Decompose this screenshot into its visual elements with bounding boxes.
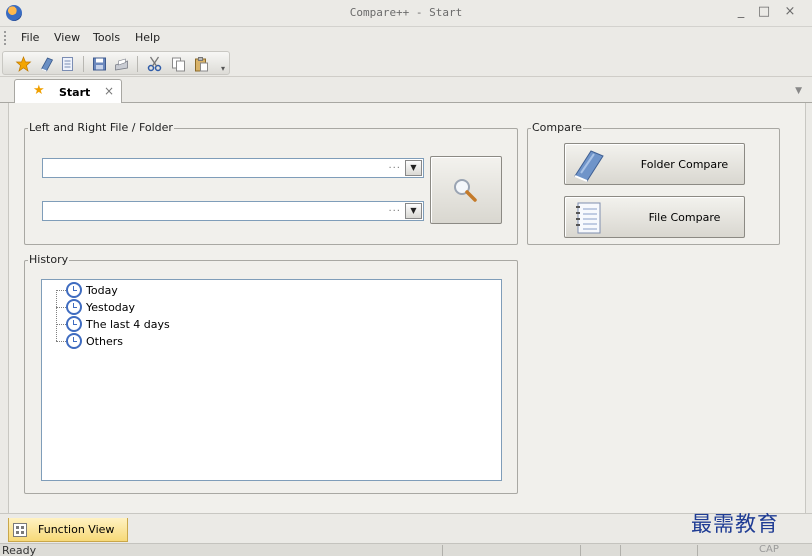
tree-connector	[56, 290, 66, 291]
status-pane-divider	[697, 545, 698, 556]
file-folder-legend: Left and Right File / Folder	[28, 121, 174, 134]
history-item-others[interactable]: Others	[66, 333, 123, 349]
history-item-label: Others	[86, 334, 123, 348]
menu-view[interactable]: View	[52, 31, 82, 44]
watermark-text: 最需教育	[691, 512, 779, 536]
close-button[interactable]: ×	[782, 4, 798, 20]
folder-compare-button[interactable]: Folder Compare	[564, 143, 745, 185]
window-title: Compare++ - Start	[349, 6, 463, 19]
toolbar: ▾	[0, 49, 812, 77]
star-icon[interactable]	[15, 56, 32, 72]
function-view-label: Function View	[38, 523, 115, 536]
clock-icon	[66, 282, 82, 298]
toolbar-strip: ▾	[2, 51, 230, 75]
history-item-yesterday[interactable]: Yestoday	[66, 299, 135, 315]
tab-close-icon[interactable]: ×	[104, 84, 114, 98]
start-page: Left and Right File / Folder ... ▼ ... ▼…	[8, 103, 806, 513]
history-item-label: The last 4 days	[86, 317, 170, 331]
history-item-last-4-days[interactable]: The last 4 days	[66, 316, 170, 332]
menu-tools[interactable]: Tools	[91, 31, 122, 44]
tab-start[interactable]: ★ Start ×	[14, 79, 122, 104]
book-icon	[574, 150, 604, 182]
toolbar-overflow-icon[interactable]: ▾	[221, 64, 227, 74]
status-pane-divider	[620, 545, 621, 556]
file-compare-icon[interactable]	[59, 56, 76, 72]
file-compare-button[interactable]: File Compare	[564, 196, 745, 238]
search-button[interactable]	[430, 156, 502, 224]
file-folder-group: Left and Right File / Folder ... ▼ ... ▼	[24, 121, 518, 245]
status-pane-divider	[442, 545, 443, 556]
history-item-label: Today	[86, 283, 118, 297]
tree-connector	[56, 307, 66, 308]
file-compare-label: File Compare	[648, 210, 721, 224]
menu-file[interactable]: File	[19, 31, 41, 44]
menu-help[interactable]: Help	[133, 31, 162, 44]
tree-connector	[56, 341, 66, 342]
copy-icon[interactable]	[170, 56, 187, 72]
toolbar-separator	[137, 56, 138, 72]
document-tab-strip: ★ Start × ▼	[0, 77, 812, 104]
print-icon[interactable]	[113, 56, 130, 72]
tree-connector	[56, 324, 66, 325]
right-dropdown-button[interactable]: ▼	[405, 203, 422, 219]
toolbar-separator	[83, 56, 84, 72]
save-icon[interactable]	[91, 56, 108, 72]
compare-legend: Compare	[531, 121, 583, 134]
folder-compare-icon[interactable]	[38, 56, 55, 72]
star-icon: ★	[33, 83, 45, 98]
compare-group: Compare Folder Compare File Compare	[527, 121, 780, 245]
menu-grip-icon	[4, 31, 7, 45]
caps-lock-indicator: CAP	[759, 544, 779, 555]
paste-icon[interactable]	[193, 56, 210, 72]
title-bar: Compare++ - Start _ □ ×	[0, 0, 812, 27]
status-bar: Ready CAP	[0, 543, 812, 556]
clock-icon	[66, 316, 82, 332]
function-view-tab[interactable]: Function View	[8, 518, 128, 542]
status-text: Ready	[2, 544, 37, 556]
menu-bar: File View Tools Help	[0, 27, 812, 49]
history-tree[interactable]: Today Yestoday The last 4 days Others	[41, 279, 502, 481]
history-legend: History	[28, 253, 70, 266]
notepad-icon	[576, 202, 601, 234]
maximize-button[interactable]: □	[756, 4, 772, 20]
left-path-combo[interactable]: ... ▼	[42, 158, 424, 178]
cut-icon[interactable]	[146, 56, 163, 72]
history-item-label: Yestoday	[86, 300, 136, 314]
history-item-today[interactable]: Today	[66, 282, 118, 298]
right-browse-button[interactable]: ...	[388, 203, 401, 214]
clock-icon	[66, 333, 82, 349]
tree-connector	[56, 290, 66, 341]
left-browse-button[interactable]: ...	[388, 160, 401, 171]
clock-icon	[66, 299, 82, 315]
right-path-combo[interactable]: ... ▼	[42, 201, 424, 221]
tab-start-label: Start	[59, 86, 91, 99]
folder-compare-label: Folder Compare	[640, 157, 729, 171]
grid-icon	[13, 523, 27, 537]
tab-list-dropdown-icon[interactable]: ▼	[795, 86, 802, 96]
minimize-button[interactable]: _	[733, 4, 749, 20]
magnifier-icon	[454, 179, 477, 202]
status-pane-divider	[580, 545, 581, 556]
left-dropdown-button[interactable]: ▼	[405, 160, 422, 176]
